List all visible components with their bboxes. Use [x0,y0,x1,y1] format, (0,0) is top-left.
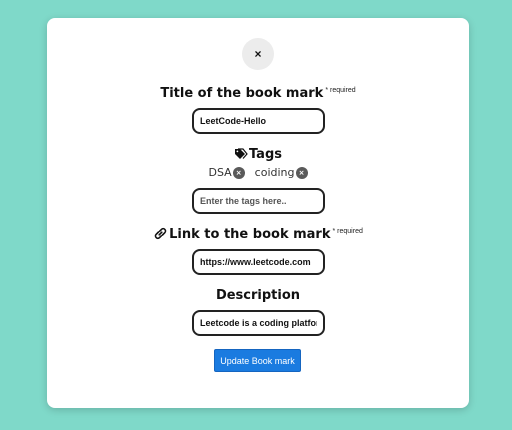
tags-list: DSA × coiding × [47,166,469,179]
tag-chip: coiding × [255,166,308,179]
tag-icon [234,148,248,164]
description-input[interactable] [192,310,325,336]
tags-input[interactable] [192,188,325,214]
link-icon [153,227,168,244]
edit-bookmark-modal: × Title of the book mark* required Tags … [47,18,469,408]
remove-tag-icon[interactable]: × [295,166,308,179]
remove-tag-icon[interactable]: × [232,166,245,179]
title-required-note: * required [325,87,356,94]
link-input[interactable] [192,249,325,275]
tag-chip: DSA × [208,166,245,179]
link-label: Link to the book mark * required [47,227,469,244]
update-bookmark-button[interactable]: Update Book mark [214,349,301,372]
close-icon: × [254,47,262,61]
link-required-note: * required [332,228,363,235]
close-button[interactable]: × [242,38,274,70]
title-label: Title of the book mark * required [160,86,356,101]
title-input[interactable] [192,108,325,134]
description-label: Description [215,288,301,303]
tags-label: Tags [47,147,469,164]
